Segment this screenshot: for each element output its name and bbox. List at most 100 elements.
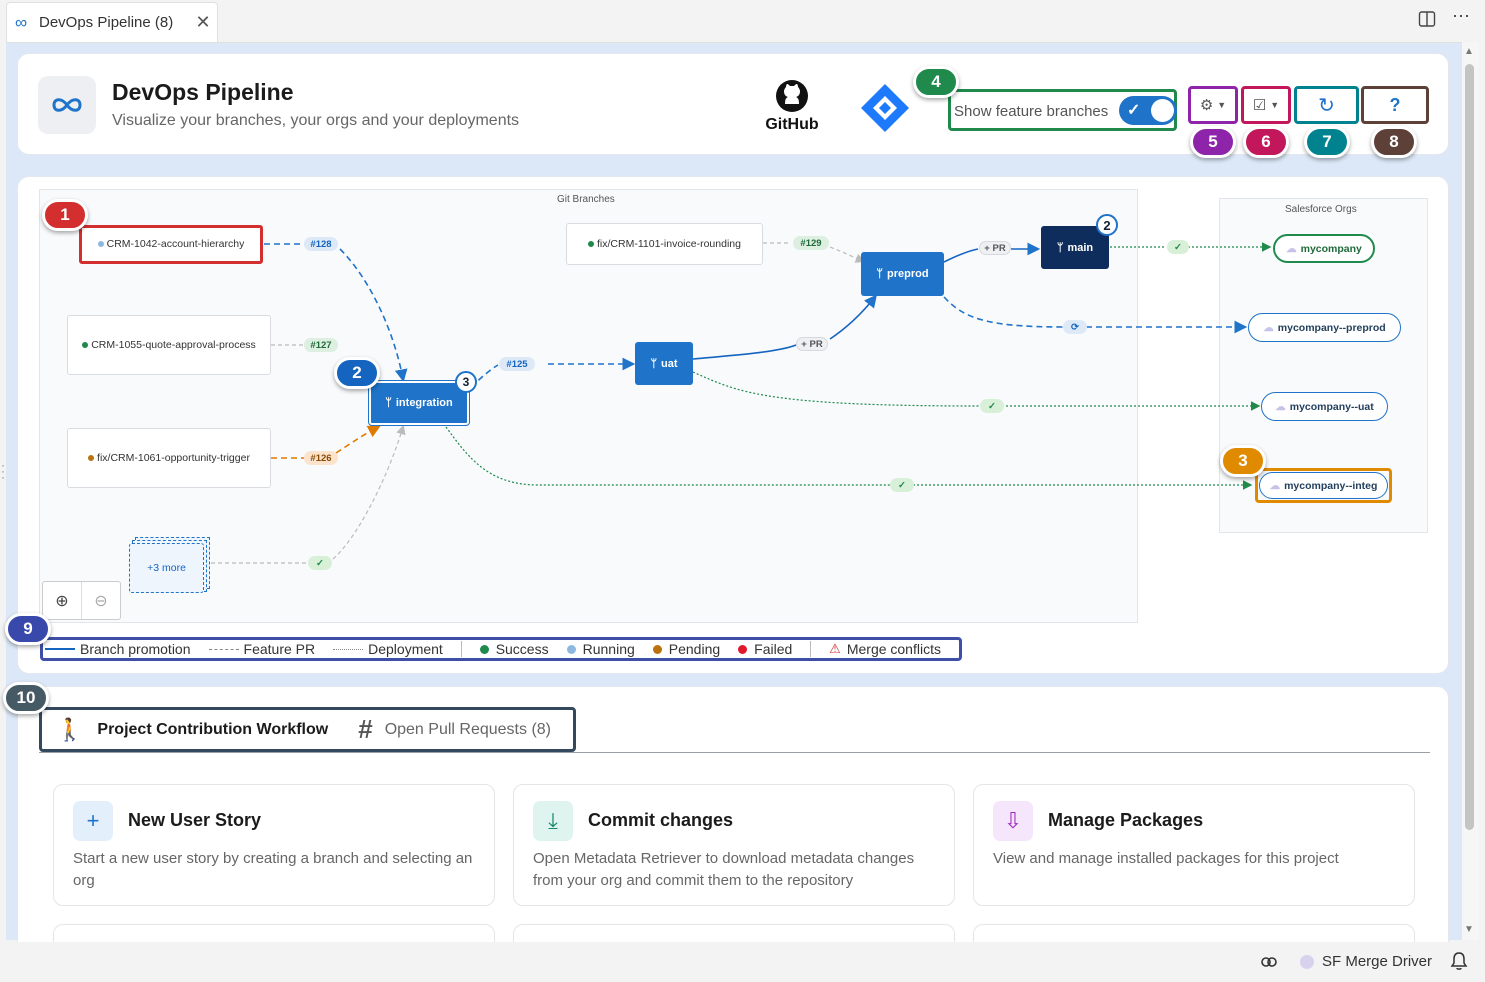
zoom-out-button[interactable]: ⊖ — [81, 582, 120, 619]
feature-branch-crm-1055[interactable]: CRM-1055-quote-approval-process — [67, 315, 271, 375]
branch-node-integration[interactable]: ᛘ integration — [369, 381, 469, 425]
solid-line-icon — [45, 648, 75, 650]
org-mycompany[interactable]: ☁ mycompany — [1273, 234, 1375, 263]
feature-branch-crm-1101[interactable]: fix/CRM-1101-invoice-rounding — [566, 223, 763, 265]
feature-branches-toggle-group: Show feature branches ✓ — [948, 89, 1177, 131]
infinity-icon — [52, 98, 82, 112]
status-dot — [88, 454, 95, 461]
feature-branches-toggle[interactable]: ✓ — [1119, 96, 1177, 125]
help-button[interactable]: ? — [1361, 86, 1429, 124]
org-label: mycompany--integ — [1284, 479, 1378, 492]
zoom-in-button[interactable]: ⊕ — [43, 582, 81, 619]
feature-branch-label: fix/CRM-1061-opportunity-trigger — [97, 451, 250, 464]
legend-label: Success — [495, 641, 549, 657]
moon-icon — [1300, 954, 1314, 969]
tab-title: DevOps Pipeline (8) — [39, 14, 174, 31]
cloud-icon: ☁ — [1286, 242, 1297, 255]
more-branches-button[interactable]: +3 more — [129, 543, 204, 593]
main-pr-count[interactable]: 2 — [1096, 214, 1118, 236]
page-title: DevOps Pipeline — [112, 79, 294, 105]
status-label: SF Merge Driver — [1322, 953, 1433, 970]
hash-icon: # — [358, 714, 373, 744]
deploy-status-preprod: ⟳ — [1063, 320, 1087, 334]
resize-grip[interactable]: · · · — [1, 459, 5, 483]
package-icon: ⇩ — [993, 801, 1033, 841]
warning-icon: ⚠ — [829, 641, 841, 656]
action-card-commit-changes[interactable]: ⤓ Commit changes Open Metadata Retriever… — [513, 784, 955, 906]
branch-node-uat[interactable]: ᛘ uat — [635, 342, 693, 385]
legend-label: Merge conflicts — [846, 641, 941, 657]
github-label: GitHub — [765, 116, 819, 133]
pr-pill-125[interactable]: #125 — [499, 357, 535, 371]
pr-pill-128[interactable]: #128 — [304, 237, 338, 251]
integration-pr-count[interactable]: 3 — [455, 371, 477, 393]
feature-branch-label: fix/CRM-1101-invoice-rounding — [597, 237, 741, 250]
pipeline-diagram-card: Git Branches Salesforce Orgs CRM-1042-ac… — [17, 176, 1449, 674]
legend-label: Feature PR — [243, 641, 316, 657]
annotation-badge-1: 1 — [42, 199, 88, 231]
jira-icon — [861, 84, 909, 132]
action-card-new-user-story[interactable]: + New User Story Start a new user story … — [53, 784, 495, 906]
github-link[interactable]: GitHub — [763, 79, 821, 134]
copilot-icon[interactable] — [1260, 953, 1278, 971]
legend-feature-pr: Feature PR — [208, 641, 316, 657]
refresh-button[interactable]: ↻ — [1294, 86, 1359, 124]
feature-branch-crm-1061[interactable]: fix/CRM-1061-opportunity-trigger — [67, 428, 271, 488]
promote-pr-uat-preprod[interactable]: + PR — [796, 337, 828, 351]
zoom-controls: ⊕ ⊖ — [42, 581, 121, 620]
running-dot-icon — [566, 644, 576, 654]
plus-icon: + — [73, 801, 113, 841]
vertical-scrollbar[interactable]: ▲ ▼ — [1462, 42, 1479, 940]
diagram-legend: Branch promotion Feature PR Deployment S… — [40, 637, 962, 661]
failed-dot-icon — [738, 644, 748, 654]
close-icon[interactable]: ✕ — [189, 12, 217, 33]
tab-label: Open Pull Requests (8) — [384, 720, 551, 738]
scrollbar-thumb[interactable] — [1465, 64, 1474, 830]
org-mycompany-uat[interactable]: ☁ mycompany--uat — [1261, 392, 1388, 421]
card-description: Open Metadata Retriever to download meta… — [533, 850, 915, 889]
chevron-down-icon: ▼ — [1217, 100, 1227, 110]
branch-label: main — [1067, 241, 1094, 254]
success-dot-icon — [479, 644, 489, 654]
split-editor-icon[interactable] — [1418, 10, 1436, 33]
download-icon: ⤓ — [533, 801, 573, 841]
promote-pr-preprod-main[interactable]: + PR — [979, 241, 1011, 255]
dashed-line-icon — [208, 648, 239, 650]
pr-pill-126[interactable]: #126 — [304, 451, 338, 465]
org-label: mycompany — [1300, 242, 1362, 255]
deploy-status-more: ✓ — [308, 556, 332, 570]
git-branch-icon: ᛘ — [650, 357, 658, 370]
scroll-up-icon[interactable]: ▲ — [1464, 46, 1474, 57]
sf-merge-driver-status[interactable]: SF Merge Driver — [1300, 953, 1432, 970]
scroll-down-icon[interactable]: ▼ — [1464, 924, 1474, 935]
gear-icon: ⚙ — [1199, 97, 1214, 114]
editor-tab-bar: ∞ DevOps Pipeline (8) ✕ ⋯ — [0, 0, 1485, 42]
legend-pending: Pending — [652, 641, 720, 657]
legend-branch-promotion: Branch promotion — [45, 641, 191, 657]
action-card-manage-packages[interactable]: ⇩ Manage Packages View and manage instal… — [973, 784, 1415, 906]
annotation-badge-8: 8 — [1371, 126, 1417, 158]
view-options-button[interactable]: ☑ ▼ — [1241, 86, 1291, 124]
branch-node-preprod[interactable]: ᛘ preprod — [861, 252, 944, 296]
card-description: Start a new user story by creating a bra… — [73, 850, 473, 889]
card-title: Manage Packages — [1048, 810, 1204, 830]
legend-label: Branch promotion — [80, 641, 191, 657]
legend-deployment: Deployment — [333, 641, 443, 657]
deploy-status-main: ✓ — [1167, 240, 1189, 254]
status-dot — [588, 240, 595, 247]
more-actions-icon[interactable]: ⋯ — [1452, 6, 1470, 27]
jira-link[interactable] — [858, 81, 912, 140]
tab-project-contribution-workflow[interactable]: 🚶 Project Contribution Workflow — [42, 710, 328, 749]
settings-button[interactable]: ⚙ ▼ — [1188, 86, 1238, 124]
tab-open-pull-requests[interactable]: # Open Pull Requests (8) — [328, 710, 551, 749]
toggle-label: Show feature branches — [954, 103, 1109, 120]
branch-label: preprod — [887, 268, 929, 280]
tab-devops-pipeline[interactable]: ∞ DevOps Pipeline (8) ✕ — [6, 2, 218, 42]
bell-icon[interactable] — [1450, 951, 1468, 971]
pr-pill-127[interactable]: #127 — [304, 338, 338, 352]
annotation-badge-7: 7 — [1304, 126, 1350, 158]
pr-pill-129[interactable]: #129 — [793, 236, 829, 250]
org-mycompany-preprod[interactable]: ☁ mycompany--preprod — [1248, 313, 1401, 342]
org-mycompany-integ[interactable]: ☁ mycompany--integ — [1259, 472, 1388, 499]
feature-branch-crm-1042[interactable]: CRM-1042-account-hierarchy — [79, 225, 263, 264]
